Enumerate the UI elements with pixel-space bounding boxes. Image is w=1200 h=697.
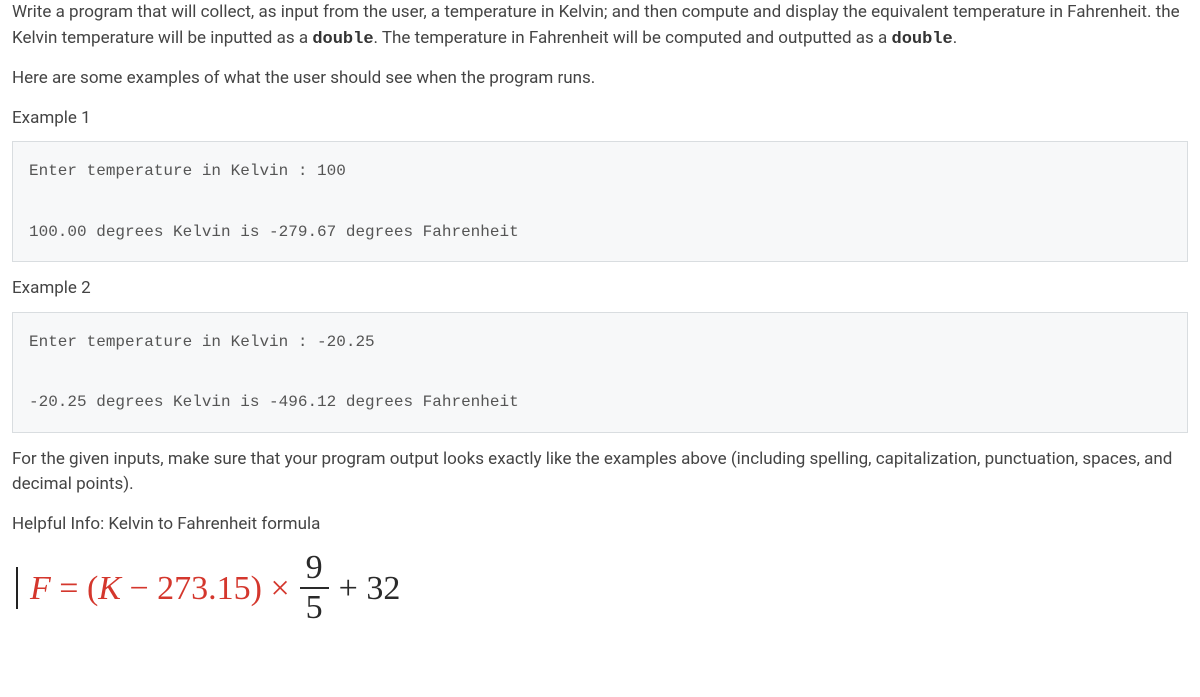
example-1-code: Enter temperature in Kelvin : 100 100.00…: [12, 141, 1188, 262]
helpful-label: Helpful Info:: [12, 514, 104, 534]
helpful-info: Helpful Info: Kelvin to Fahrenheit formu…: [12, 512, 1188, 538]
code-double-1: double: [312, 30, 373, 49]
text-cursor: [16, 567, 18, 609]
helpful-text: Kelvin to Fahrenheit formula: [104, 514, 320, 534]
formula-eq: = (: [51, 570, 99, 607]
code-double-2: double: [892, 30, 953, 49]
problem-description: Write a program that will collect, as in…: [12, 0, 1188, 52]
formula-plus: + 32: [339, 563, 401, 614]
example-2-code: Enter temperature in Kelvin : -20.25 -20…: [12, 312, 1188, 433]
formula: F = (K − 273.15) × 9 5 + 32: [12, 551, 1188, 625]
formula-denominator: 5: [300, 587, 329, 625]
formula-F: F: [30, 570, 51, 607]
formula-left: F = (K − 273.15) ×: [30, 563, 290, 614]
formula-fraction: 9 5: [300, 551, 329, 625]
followup-instructions: For the given inputs, make sure that you…: [12, 447, 1188, 498]
intro-text-2: . The temperature in Fahrenheit will be …: [374, 28, 892, 48]
formula-numerator: 9: [300, 551, 329, 587]
example-1-label: Example 1: [12, 106, 1188, 132]
examples-intro: Here are some examples of what the user …: [12, 66, 1188, 92]
formula-K: K: [98, 570, 121, 607]
intro-text-3: .: [953, 28, 957, 48]
formula-minus: − 273.15) ×: [121, 570, 290, 607]
example-2-label: Example 2: [12, 276, 1188, 302]
